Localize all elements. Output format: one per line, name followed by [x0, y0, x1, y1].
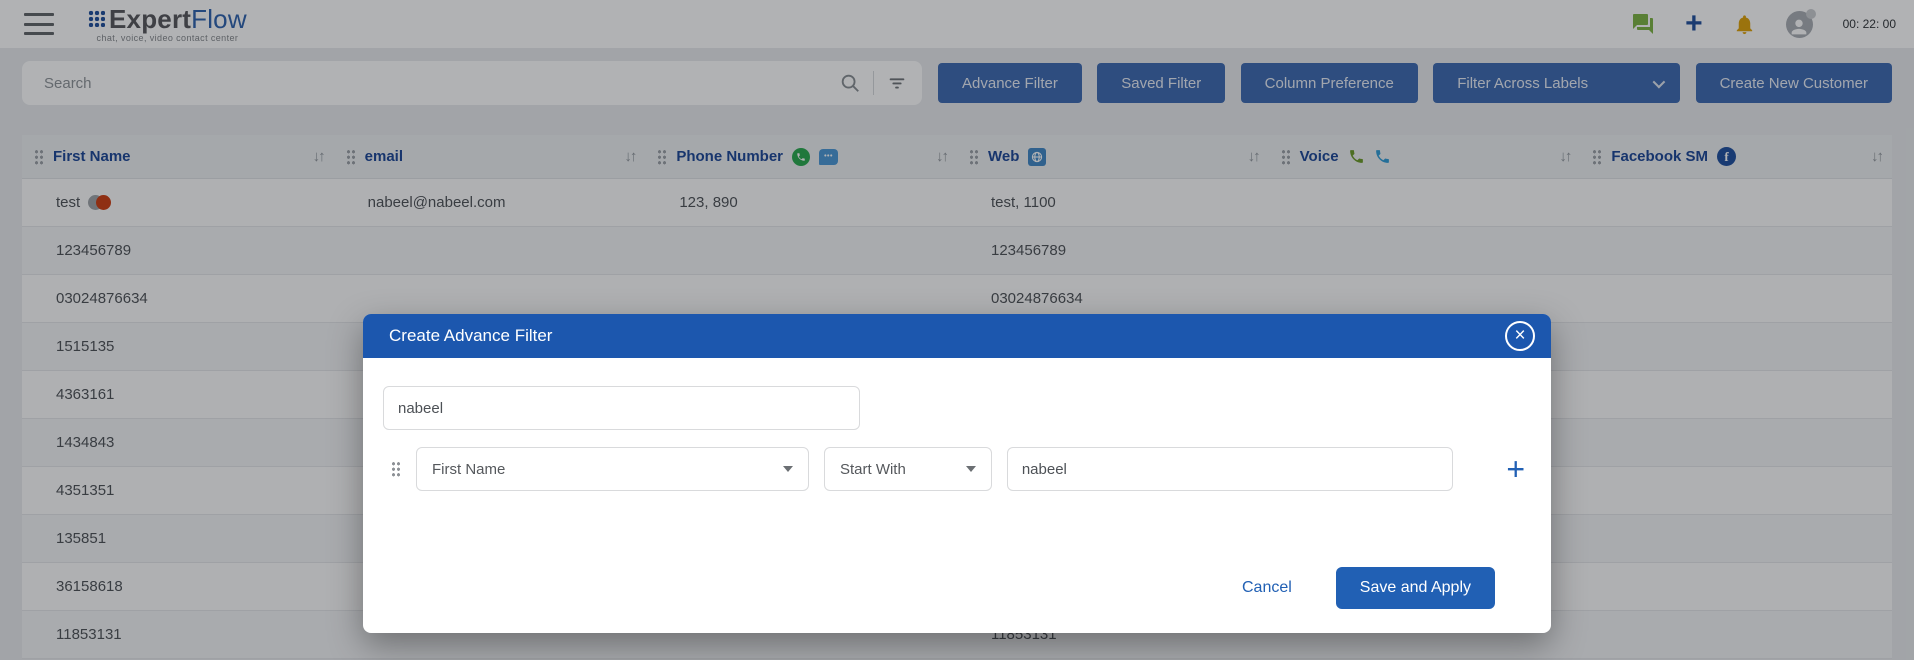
modal-body: First Name Start With Cancel Save and Ap…: [363, 358, 1551, 633]
modal-footer: Cancel Save and Apply: [383, 567, 1525, 633]
add-condition-icon[interactable]: [1506, 454, 1525, 484]
filter-condition-row: First Name Start With: [383, 447, 1525, 491]
close-icon[interactable]: [1505, 321, 1535, 351]
operator-select[interactable]: Start With: [824, 447, 992, 491]
field-select-value: First Name: [432, 461, 505, 478]
condition-drag-handle[interactable]: [391, 461, 401, 477]
create-advance-filter-modal: Create Advance Filter First Name Start W…: [363, 314, 1551, 633]
cancel-button[interactable]: Cancel: [1242, 579, 1292, 597]
customer-list-page: ExpertFlow chat, voice, video contact ce…: [0, 0, 1914, 659]
modal-title: Create Advance Filter: [389, 326, 552, 346]
dropdown-arrow-icon: [783, 466, 793, 472]
condition-value-input[interactable]: [1007, 447, 1454, 491]
save-and-apply-button[interactable]: Save and Apply: [1336, 567, 1495, 609]
filter-name-input[interactable]: [383, 386, 860, 430]
modal-header: Create Advance Filter: [363, 314, 1551, 358]
operator-select-value: Start With: [840, 461, 906, 478]
dropdown-arrow-icon: [966, 466, 976, 472]
field-select[interactable]: First Name: [416, 447, 809, 491]
